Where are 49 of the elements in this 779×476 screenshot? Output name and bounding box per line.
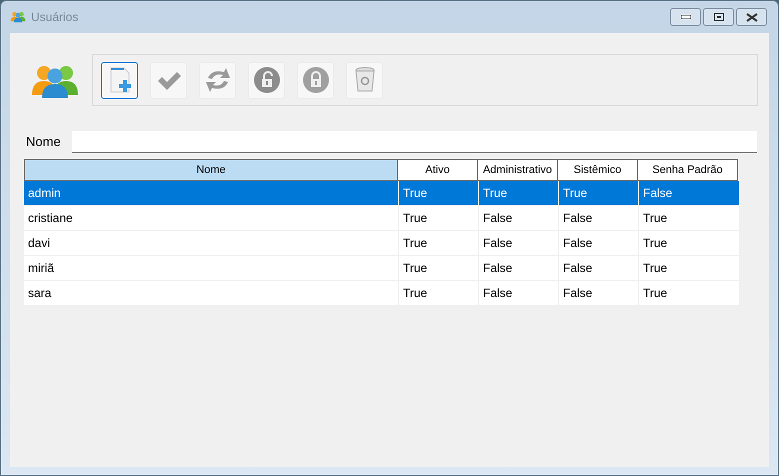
table-cell: False [478, 206, 558, 230]
table-cell: False [478, 231, 558, 255]
table-cell: False [558, 281, 638, 305]
table-cell: True [638, 206, 738, 230]
unlocked-padlock-icon [252, 66, 280, 94]
table-cell-text: miriã [27, 260, 55, 277]
table-cell: True [398, 281, 478, 305]
column-header[interactable]: Nome [24, 159, 398, 181]
table-cell: True [398, 181, 478, 205]
refresh-icon [204, 66, 232, 94]
minimize-icon [680, 15, 690, 19]
column-header[interactable]: Senha Padrão [638, 159, 738, 181]
column-header[interactable]: Ativo [398, 159, 478, 181]
table-cell-text: admin [27, 185, 62, 202]
close-icon [746, 12, 758, 22]
table-row[interactable]: admin True True True False [24, 181, 739, 206]
table-cell: True [638, 281, 738, 305]
padlock-icon [302, 66, 330, 94]
window-title: Usuários [31, 9, 78, 26]
table-cell: True [638, 231, 738, 255]
table-cell: True [398, 231, 478, 255]
table-cell: True [398, 206, 478, 230]
table-cell: False [478, 256, 558, 280]
close-button[interactable] [736, 8, 767, 26]
table-row[interactable]: cristiane True False False True [24, 206, 739, 231]
table-cell: False [558, 256, 638, 280]
toolbar-button[interactable] [101, 62, 138, 98]
app-icon [10, 11, 26, 23]
minimize-button[interactable] [670, 8, 701, 26]
table-cell: False [478, 281, 558, 305]
table-cell-text: cristiane [27, 210, 74, 227]
table-row[interactable]: sara True False False True [24, 281, 739, 306]
name-label: Nome [26, 133, 62, 152]
column-header[interactable]: Administrativo [478, 159, 558, 181]
table-cell: True [398, 256, 478, 280]
maximize-icon [714, 13, 724, 21]
table-cell: True [558, 181, 638, 205]
maximize-button[interactable] [703, 8, 734, 26]
table-row[interactable]: miriã True False False True [24, 256, 739, 281]
name-field[interactable] [72, 131, 757, 153]
table-row[interactable]: davi True False False True [24, 231, 739, 256]
table-cell: False [558, 206, 638, 230]
table-cell-text: davi [27, 235, 52, 252]
table-cell: False [558, 231, 638, 255]
table-cell: True [638, 256, 738, 280]
table-cell: False [638, 181, 738, 205]
column-header[interactable]: Sistêmico [558, 159, 638, 181]
table-cell-text: sara [27, 285, 52, 302]
table-cell: True [478, 181, 558, 205]
